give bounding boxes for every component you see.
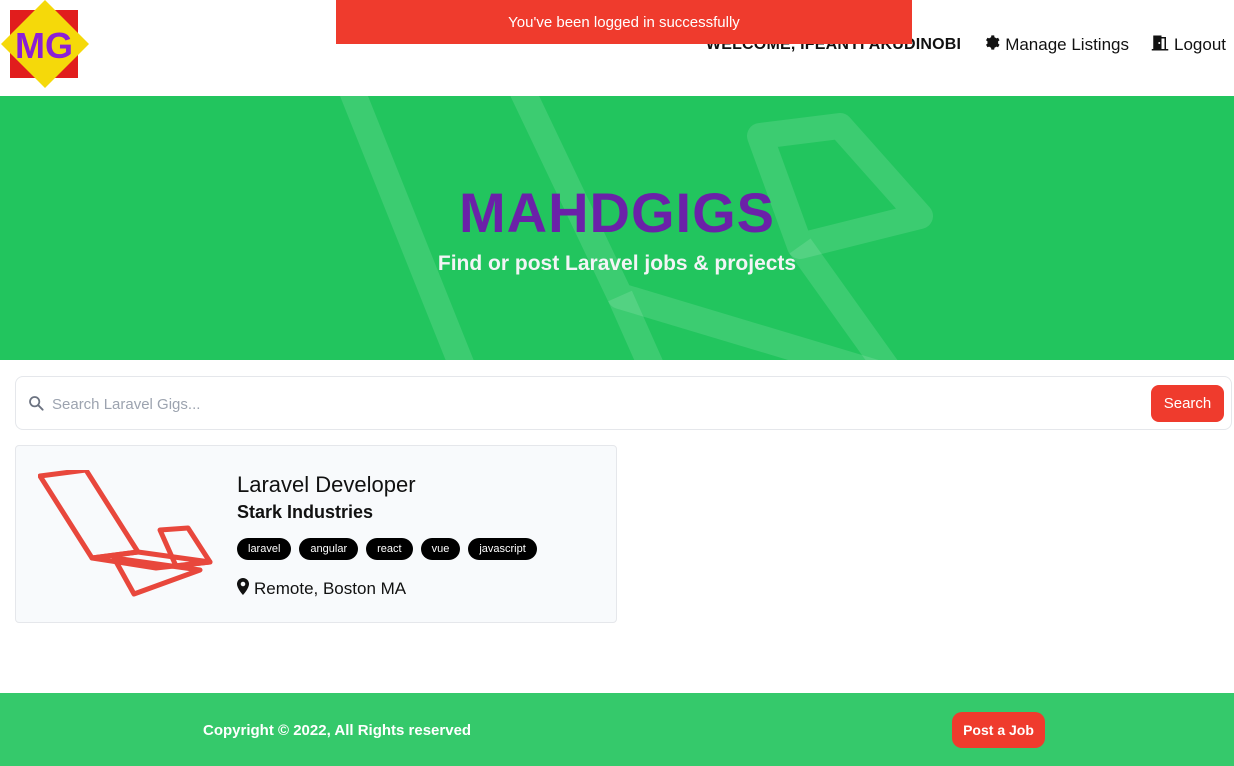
- manage-listings-link[interactable]: Manage Listings: [983, 34, 1129, 56]
- hero-section: MAHDGIGS Find or post Laravel jobs & pro…: [0, 96, 1234, 360]
- manage-listings-label: Manage Listings: [1005, 35, 1129, 54]
- search-button[interactable]: Search: [1151, 385, 1224, 422]
- door-icon: [1151, 34, 1174, 57]
- listing-tags: laravel angular react vue javascript: [237, 538, 537, 560]
- site-logo[interactable]: MG: [0, 0, 90, 90]
- tag-vue[interactable]: vue: [420, 538, 461, 560]
- hero-subtitle: Find or post Laravel jobs & projects: [437, 252, 797, 275]
- post-job-button[interactable]: Post a Job: [952, 712, 1045, 748]
- listing-location-text: Remote, Boston MA: [254, 579, 407, 598]
- flash-message: You've been logged in successfully: [336, 0, 912, 44]
- listing-company: Stark Industries: [237, 502, 374, 522]
- tag-react[interactable]: react: [366, 538, 413, 560]
- laravel-logo-icon: [37, 467, 214, 603]
- search-bar: Search: [15, 376, 1232, 430]
- listing-title[interactable]: Laravel Developer: [237, 472, 416, 498]
- search-icon: [28, 395, 44, 416]
- map-pin-icon: [237, 578, 254, 600]
- gear-icon: [983, 34, 1005, 56]
- logout-label: Logout: [1174, 35, 1226, 54]
- footer: Copyright © 2022, All Rights reserved Po…: [0, 693, 1234, 766]
- copyright-text: Copyright © 2022, All Rights reserved: [203, 722, 472, 739]
- listing-card[interactable]: Laravel Developer Stark Industries larav…: [15, 445, 617, 623]
- hero-title: MAHDGIGS: [459, 181, 775, 244]
- listing-location: Remote, Boston MA: [237, 578, 406, 600]
- flash-message-text: You've been logged in successfully: [508, 13, 740, 31]
- page: MG WELCOME, IFEANYI AKUDINOBI Manage Lis…: [0, 0, 1234, 766]
- tag-laravel[interactable]: laravel: [237, 538, 292, 560]
- tag-javascript[interactable]: javascript: [468, 538, 537, 560]
- tag-angular[interactable]: angular: [299, 538, 359, 560]
- logout-link[interactable]: Logout: [1151, 34, 1226, 57]
- search-input[interactable]: [52, 389, 1142, 419]
- logo-text: MG: [15, 25, 73, 66]
